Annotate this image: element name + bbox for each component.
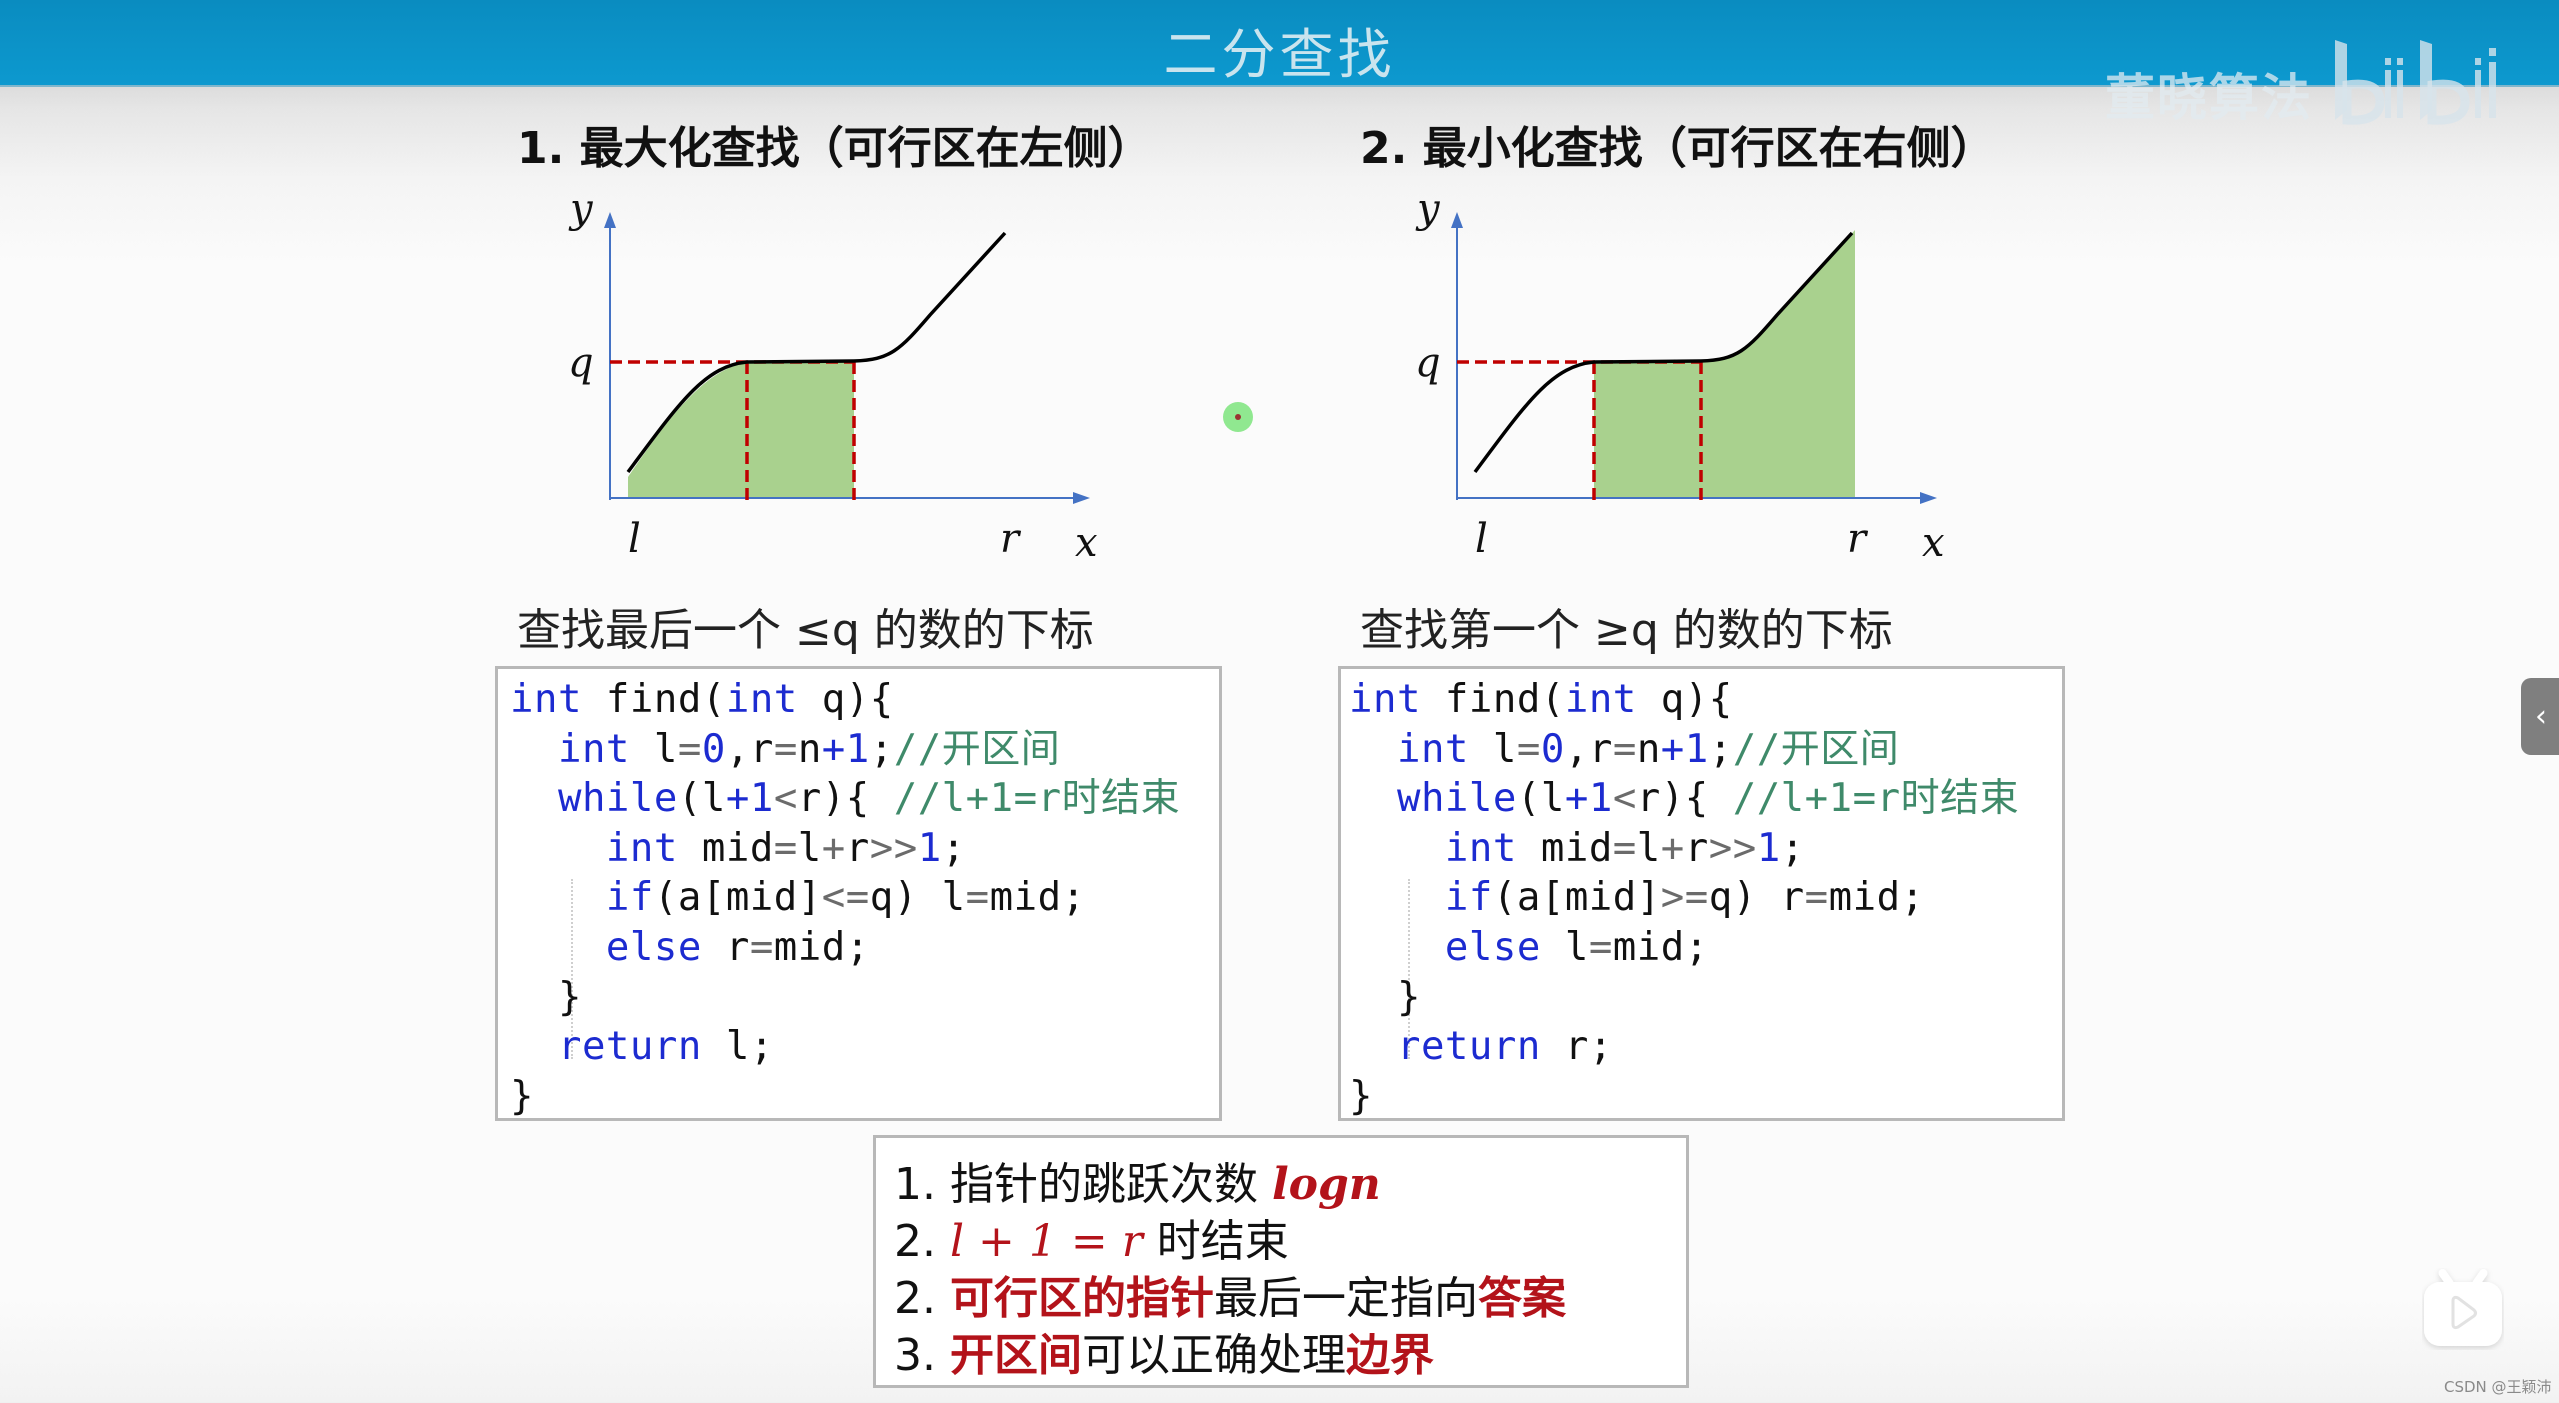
note-3-highlight-2: 答案: [1477, 1273, 1566, 1324]
code-line: int find(int q){: [1349, 677, 1733, 722]
note-2-prefix: 2.: [894, 1216, 950, 1267]
notes-box: 1. 指针的跳跃次数 logn 2. l + 1 = r 时结束 2. 可行区的…: [873, 1135, 1689, 1388]
note-2: 2. l + 1 = r 时结束: [894, 1205, 1289, 1269]
code-line: }: [510, 1073, 534, 1119]
note-3-prefix: 2.: [894, 1273, 950, 1324]
note-4-prefix: 3.: [894, 1330, 950, 1381]
note-4-mid: 可以正确处理: [1081, 1330, 1346, 1381]
code-block-minimize: int find(int q){ int l=0,r=n+1;//开区间 whi…: [1338, 666, 2065, 1121]
heading-minimize-search: 2. 最小化查找（可行区在右侧）: [1360, 123, 1995, 174]
code-line: if(a[mid]<=q) l=mid;: [605, 875, 1086, 921]
code-minimize: int find(int q){ int l=0,r=n+1;//开区间 whi…: [1349, 675, 2019, 1121]
label-q: q: [568, 340, 594, 386]
note-1-text: 1. 指针的跳跃次数: [894, 1159, 1272, 1210]
note-3-highlight-1: 可行区的指针: [949, 1273, 1214, 1324]
code-line: else r=mid;: [605, 924, 870, 970]
graph-right-content: y q l r x: [1415, 186, 1945, 566]
label-q: q: [1415, 340, 1441, 386]
code-line: }: [1349, 974, 1421, 1020]
graph-left-content: y q l r x: [568, 186, 1098, 566]
bilibili-logo-icon: [2335, 40, 2496, 125]
subtitle-last-le-q: 查找最后一个 ≤q 的数的下标: [517, 605, 1094, 656]
mouse-cursor-highlight: [1223, 402, 1253, 432]
cursor-dot: [1235, 414, 1241, 420]
x-axis-arrow: [1920, 492, 1937, 504]
code-maximize: int find(int q){ int l=0,r=n+1;//开区间 whi…: [510, 675, 1180, 1121]
code-line: int find(int q){: [510, 677, 894, 722]
note-1: 1. 指针的跳跃次数 logn: [894, 1148, 1381, 1212]
note-1-math: logn: [1271, 1159, 1381, 1210]
note-3-mid: 最后一定指向: [1213, 1273, 1478, 1324]
label-x: x: [1075, 520, 1098, 566]
code-line: int l=0,r=n+1;//开区间: [557, 726, 1061, 772]
code-line: return r;: [1396, 1024, 1613, 1070]
code-line: }: [1349, 1073, 1373, 1119]
note-2-math: l + 1 = r: [949, 1216, 1143, 1267]
note-3: 2. 可行区的指针最后一定指向答案: [894, 1262, 1566, 1326]
note-4: 3. 开区间可以正确处理边界: [894, 1319, 1434, 1383]
y-axis-arrow: [1451, 212, 1463, 228]
label-x: x: [1922, 520, 1945, 566]
subtitle-first-ge-q: 查找第一个 ≥q 的数的下标: [1360, 605, 1893, 656]
code-line: while(l+1<r){ //l+1=r时结束: [557, 776, 1181, 822]
heading-maximize-search: 1. 最大化查找（可行区在左侧）: [517, 123, 1152, 174]
code-line: int mid=l+r>>1;: [1444, 825, 1805, 871]
csdn-watermark: CSDN @王颖沛: [2444, 1378, 2552, 1396]
note-2-suffix: 时结束: [1142, 1216, 1289, 1267]
code-line: else l=mid;: [1444, 924, 1709, 970]
label-r: r: [1000, 516, 1022, 562]
chevron-left-icon: ‹: [2535, 699, 2547, 734]
label-y: y: [568, 186, 594, 232]
feasible-region-fill: [628, 362, 854, 498]
bilibili-tv-play-icon[interactable]: [2422, 1268, 2504, 1350]
graph-minimize-search: y q l r x: [1415, 186, 1945, 566]
side-panel-toggle-button[interactable]: ‹: [2521, 678, 2559, 755]
code-line: return l;: [557, 1024, 774, 1070]
code-line: while(l+1<r){ //l+1=r时结束: [1396, 776, 2020, 822]
slide-header: 二分查找 董晓算法: [0, 0, 2559, 127]
label-r: r: [1847, 516, 1869, 562]
code-line: int l=0,r=n+1;//开区间: [1396, 726, 1900, 772]
note-4-highlight-2: 边界: [1345, 1330, 1434, 1381]
x-axis-arrow: [1073, 492, 1090, 504]
label-l: l: [628, 516, 641, 562]
label-y: y: [1415, 186, 1441, 232]
label-l: l: [1475, 516, 1488, 562]
code-line: if(a[mid]>=q) r=mid;: [1444, 875, 1925, 921]
code-block-maximize: int find(int q){ int l=0,r=n+1;//开区间 whi…: [495, 666, 1222, 1121]
note-4-highlight-1: 开区间: [949, 1330, 1082, 1381]
author-watermark: 董晓算法: [2105, 69, 2313, 127]
graph-maximize-search: y q l r x: [568, 186, 1098, 566]
code-line: int mid=l+r>>1;: [605, 825, 966, 871]
code-line: }: [510, 974, 582, 1020]
y-axis-arrow: [604, 212, 616, 228]
